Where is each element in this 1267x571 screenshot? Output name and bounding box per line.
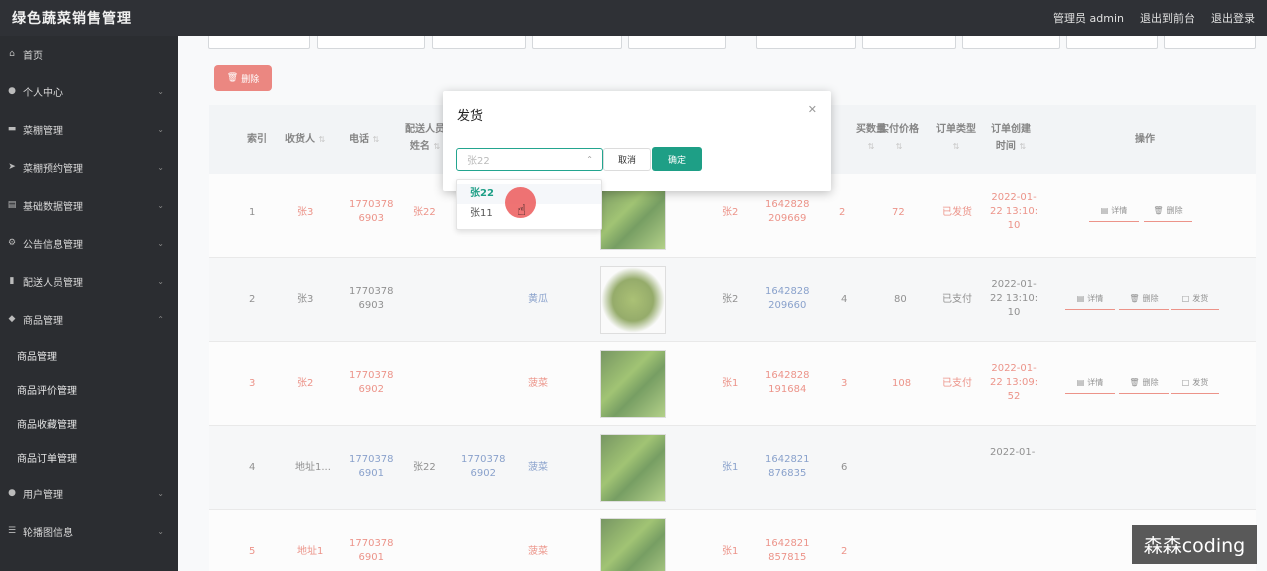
sidebar-item-label: 菜棚预约管理	[23, 163, 83, 175]
sidebar-item-label: 首页	[23, 50, 43, 62]
sidebar-item-label: 轮播图信息	[23, 527, 73, 539]
sidebar-item-personal[interactable]: ● 个人中心 ⌄	[0, 72, 178, 110]
sidebar-item-carousel[interactable]: ☰ 轮播图信息 ⌄	[0, 512, 178, 550]
user-icon: ●	[8, 86, 16, 96]
sidebar-subitem-goods-review[interactable]: 商品评价管理	[0, 372, 178, 406]
sidebar: ⌂ 首页 ● 个人中心 ⌄ ▬ 菜棚管理 ⌄ ➤ 菜棚预约管理 ⌄ ▤ 基础数据…	[0, 36, 178, 571]
top-links: 管理员 admin 退出到前台 退出登录	[1053, 10, 1255, 26]
sidebar-subitem-goods-order[interactable]: 商品订单管理	[0, 440, 178, 474]
logout-link[interactable]: 退出登录	[1211, 10, 1255, 26]
chevron-down-icon: ⌄	[157, 124, 164, 134]
users-icon: ●	[8, 488, 16, 498]
chevron-down-icon: ⌄	[157, 488, 164, 498]
chevron-down-icon: ⌄	[157, 200, 164, 210]
cancel-button[interactable]: 取消	[603, 148, 651, 171]
sidebar-item-users[interactable]: ● 用户管理 ⌄	[0, 474, 178, 512]
sidebar-item-basic-data[interactable]: ▤ 基础数据管理 ⌄	[0, 186, 178, 224]
chevron-down-icon: ⌄	[157, 86, 164, 96]
greenhouse-icon: ▬	[7, 124, 17, 134]
sidebar-item-label: 基础数据管理	[23, 201, 83, 213]
chevron-up-icon: ⌃	[586, 155, 593, 164]
sidebar-item-goods[interactable]: ◆ 商品管理 ⌃	[0, 300, 178, 338]
sliders-icon: ☰	[7, 526, 17, 536]
back-to-front-link[interactable]: 退出到前台	[1140, 10, 1195, 26]
sidebar-item-label: 公告信息管理	[23, 239, 83, 251]
sidebar-item-courier[interactable]: ▮ 配送人员管理 ⌄	[0, 262, 178, 300]
app-title: 绿色蔬菜销售管理	[12, 11, 132, 27]
top-bar: 绿色蔬菜销售管理 管理员 admin 退出到前台 退出登录	[0, 0, 1267, 36]
chevron-down-icon: ⌄	[157, 238, 164, 248]
gear-icon: ⚙	[7, 238, 17, 248]
sidebar-item-greenhouse[interactable]: ▬ 菜棚管理 ⌄	[0, 110, 178, 148]
close-icon[interactable]: ✕	[808, 103, 817, 116]
sidebar-item-notice[interactable]: ⚙ 公告信息管理 ⌄	[0, 224, 178, 262]
admin-user-link[interactable]: 管理员 admin	[1053, 10, 1124, 26]
sidebar-item-label: 菜棚管理	[23, 125, 63, 137]
sidebar-item-label: 配送人员管理	[23, 277, 83, 289]
chevron-down-icon: ⌄	[157, 526, 164, 536]
chevron-down-icon: ⌄	[157, 276, 164, 286]
sidebar-item-home[interactable]: ⌂ 首页	[0, 36, 178, 72]
dialog-title: 发货	[457, 109, 484, 124]
sidebar-item-label: 商品管理	[23, 315, 63, 327]
watermark: 森森coding	[1132, 525, 1257, 564]
courier-select-placeholder: 张22	[467, 156, 490, 167]
courier-select[interactable]: 张22 ⌃	[456, 148, 603, 171]
sidebar-subitem-goods[interactable]: 商品管理	[0, 338, 178, 372]
pin-icon: ◆	[8, 314, 16, 324]
sidebar-item-reservation[interactable]: ➤ 菜棚预约管理 ⌄	[0, 148, 178, 186]
hand-pointer-icon: ☝	[517, 201, 527, 219]
send-icon: ➤	[8, 162, 16, 172]
sidebar-item-label: 个人中心	[23, 87, 63, 99]
chevron-down-icon: ⌄	[157, 162, 164, 172]
sidebar-subitem-goods-favorite[interactable]: 商品收藏管理	[0, 406, 178, 440]
home-icon: ⌂	[9, 49, 15, 59]
ship-dialog: 发货 ✕ 张22 ⌃ 取消 确定	[443, 91, 831, 191]
confirm-button[interactable]: 确定	[652, 147, 702, 171]
database-icon: ▤	[7, 200, 17, 210]
chevron-up-icon: ⌃	[157, 314, 164, 324]
bar-chart-icon: ▮	[9, 276, 15, 286]
sidebar-item-label: 用户管理	[23, 489, 63, 501]
